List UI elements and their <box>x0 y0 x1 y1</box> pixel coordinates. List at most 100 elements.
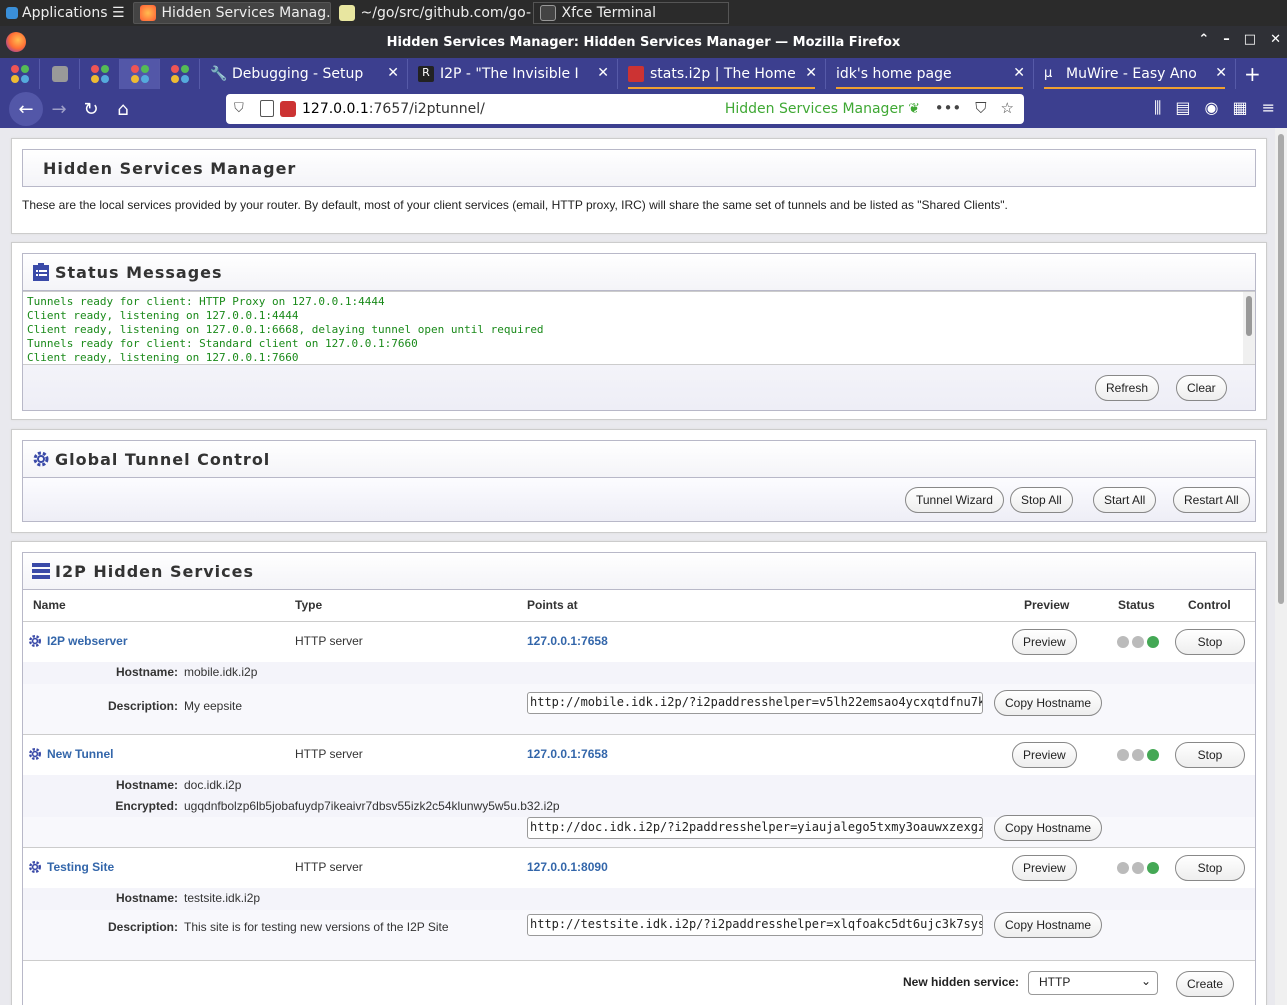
back-button[interactable]: ← <box>9 92 43 126</box>
reload-button[interactable]: ↻ <box>75 93 107 125</box>
tunnel-wizard-button[interactable]: Tunnel Wizard <box>905 487 1004 513</box>
status-indicator <box>1117 749 1159 761</box>
create-button[interactable]: Create <box>1176 971 1235 997</box>
status-body: Tunnels ready for client: HTTP Proxy on … <box>22 291 1256 411</box>
service-detail: http://doc.idk.i2p/?i2paddresshelper=yia… <box>23 815 1255 847</box>
i2p-extension-icon[interactable]: ▦ <box>1232 98 1247 118</box>
taskbar-editor[interactable]: ~/go/src/github.com/go-... <box>333 2 531 24</box>
account-icon[interactable]: ◉ <box>1205 98 1219 118</box>
preview-button[interactable]: Preview <box>1012 742 1077 768</box>
preview-button[interactable]: Preview <box>1012 629 1077 655</box>
clear-button[interactable]: Clear <box>1176 375 1227 401</box>
applications-menu[interactable]: Applications ☰ <box>0 2 131 24</box>
bookmark-star-icon[interactable]: ☆ <box>1001 99 1014 117</box>
stop-button[interactable]: Stop <box>1175 855 1245 881</box>
xfce-icon <box>6 7 18 19</box>
pocket-icon[interactable]: ⛉ <box>975 99 986 117</box>
service-name-link[interactable]: I2P webserver <box>27 633 128 649</box>
library-icon[interactable]: ⫼ <box>1154 98 1161 118</box>
apps-icon <box>130 65 149 83</box>
close-tab-icon[interactable]: ✕ <box>805 65 817 81</box>
new-service-label: New hidden service: <box>903 975 1020 989</box>
status-panel: Status Messages Tunnels ready for client… <box>11 242 1267 420</box>
tracking-protection-icon[interactable]: ⛉ <box>234 101 244 116</box>
taskbar-firefox[interactable]: Hidden Services Manag... <box>132 2 331 24</box>
forward-button[interactable]: → <box>43 93 75 125</box>
copy-hostname-button[interactable]: Copy Hostname <box>994 690 1103 716</box>
restart-all-button[interactable]: Restart All <box>1173 487 1250 513</box>
status-line: Tunnels ready for client: Standard clien… <box>27 337 418 350</box>
page-info-icon[interactable] <box>260 100 274 117</box>
sidebar-icon[interactable]: ▤ <box>1175 98 1190 118</box>
close-tab-icon[interactable]: ✕ <box>1013 65 1025 81</box>
service-name-link[interactable]: Testing Site <box>27 859 114 875</box>
hostname-value: testsite.idk.i2p <box>184 891 261 905</box>
home-button[interactable]: ⌂ <box>107 93 139 125</box>
service-target-link[interactable]: 127.0.0.1:7658 <box>527 634 608 648</box>
url-text[interactable]: 127.0.0.1:7657/i2ptunnel/ <box>302 101 485 117</box>
url-bar[interactable]: ⛉ 127.0.0.1:7657/i2ptunnel/ Hidden Servi… <box>226 94 1024 124</box>
minimize-icon[interactable]: – <box>1223 32 1230 47</box>
status-line: Client ready, listening on 127.0.0.1:666… <box>27 323 544 336</box>
chevron-down-icon: ⌄ <box>1140 974 1151 988</box>
pinned-tab[interactable] <box>40 59 80 89</box>
gear-icon <box>29 635 41 647</box>
service-detail: Description: My eepsite http://mobile.id… <box>23 684 1255 734</box>
service-target-link[interactable]: 127.0.0.1:8090 <box>527 860 608 874</box>
muwire-icon: µ <box>1044 66 1053 81</box>
gear-icon <box>29 748 41 760</box>
status-line: Tunnels ready for client: HTTP Proxy on … <box>27 295 385 308</box>
service-target-link[interactable]: 127.0.0.1:7658 <box>527 747 608 761</box>
taskbar-terminal[interactable]: Xfce Terminal <box>532 2 729 24</box>
global-control-panel: Global Tunnel Control Tunnel Wizard Stop… <box>11 429 1267 533</box>
stop-button[interactable]: Stop <box>1175 629 1245 655</box>
menu-icon[interactable]: ≡ <box>1262 98 1275 118</box>
more-actions-icon[interactable]: ••• <box>935 99 962 117</box>
stop-button[interactable]: Stop <box>1175 742 1245 768</box>
tab-debugging[interactable]: 🔧 Debugging - Setup ✕ <box>200 59 408 89</box>
pinned-tab[interactable] <box>0 59 40 89</box>
service-type: HTTP server <box>295 747 363 761</box>
refresh-button[interactable]: Refresh <box>1095 375 1160 401</box>
collapse-icon[interactable]: ⌃ <box>1198 32 1209 47</box>
service-detail: Hostname: mobile.idk.i2p <box>23 662 1255 684</box>
hidden-services-body: Name Type Points at Preview Status Contr… <box>22 590 1256 1005</box>
gear-icon <box>29 861 41 873</box>
service-name-link[interactable]: New Tunnel <box>27 746 113 762</box>
new-service-type-select[interactable]: HTTP ⌄ <box>1028 971 1158 995</box>
service-row: Testing Site HTTP server 127.0.0.1:8090 … <box>23 848 1255 888</box>
pinned-tab[interactable] <box>160 59 200 89</box>
terminal-icon <box>539 5 556 21</box>
address-helper-field[interactable]: http://testsite.idk.i2p/?i2paddresshelpe… <box>527 914 983 936</box>
pinned-tab[interactable] <box>80 59 120 89</box>
close-tab-icon[interactable]: ✕ <box>387 65 399 81</box>
server-icon <box>32 563 50 579</box>
description-value: This site is for testing new versions of… <box>184 920 449 934</box>
start-all-button[interactable]: Start All <box>1093 487 1157 513</box>
stop-all-button[interactable]: Stop All <box>1010 487 1073 513</box>
pinned-tab-active[interactable] <box>120 59 160 89</box>
address-helper-field[interactable]: http://mobile.idk.i2p/?i2paddresshelper=… <box>527 692 983 714</box>
status-log[interactable]: Tunnels ready for client: HTTP Proxy on … <box>23 291 1255 365</box>
tab-idk[interactable]: idk's home page ✕ <box>826 59 1034 89</box>
new-tab-button[interactable]: + <box>1236 59 1269 89</box>
hostname-value: doc.idk.i2p <box>184 778 242 792</box>
close-icon[interactable]: ✕ <box>1270 32 1281 47</box>
i2p-logo-icon: R <box>418 66 434 82</box>
navigation-bar: ← → ↻ ⌂ ⛉ 127.0.0.1:7657/i2ptunnel/ Hidd… <box>0 90 1287 128</box>
address-helper-field[interactable]: http://doc.idk.i2p/?i2paddresshelper=yia… <box>527 817 983 839</box>
taskbar: Applications ☰ Hidden Services Manag... … <box>0 0 1287 26</box>
hidden-services-badge[interactable]: Hidden Services Manager ❦ <box>725 101 920 117</box>
preview-button[interactable]: Preview <box>1012 855 1077 881</box>
tab-stats[interactable]: stats.i2p | The Home f ✕ <box>618 59 826 89</box>
tab-muwire[interactable]: µMuWire - Easy Anonyn✕ <box>1034 59 1236 89</box>
page-scrollbar[interactable] <box>1275 128 1287 1005</box>
log-scrollbar[interactable] <box>1243 292 1255 364</box>
tab-i2p[interactable]: R I2P - "The Invisible Int ✕ <box>408 59 618 89</box>
maximize-icon[interactable]: □ <box>1244 32 1256 47</box>
service-detail: Description: This site is for testing ne… <box>23 910 1255 960</box>
copy-hostname-button[interactable]: Copy Hostname <box>994 912 1103 938</box>
close-tab-icon[interactable]: ✕ <box>1215 65 1227 81</box>
copy-hostname-button[interactable]: Copy Hostname <box>994 815 1103 841</box>
close-tab-icon[interactable]: ✕ <box>597 65 609 81</box>
